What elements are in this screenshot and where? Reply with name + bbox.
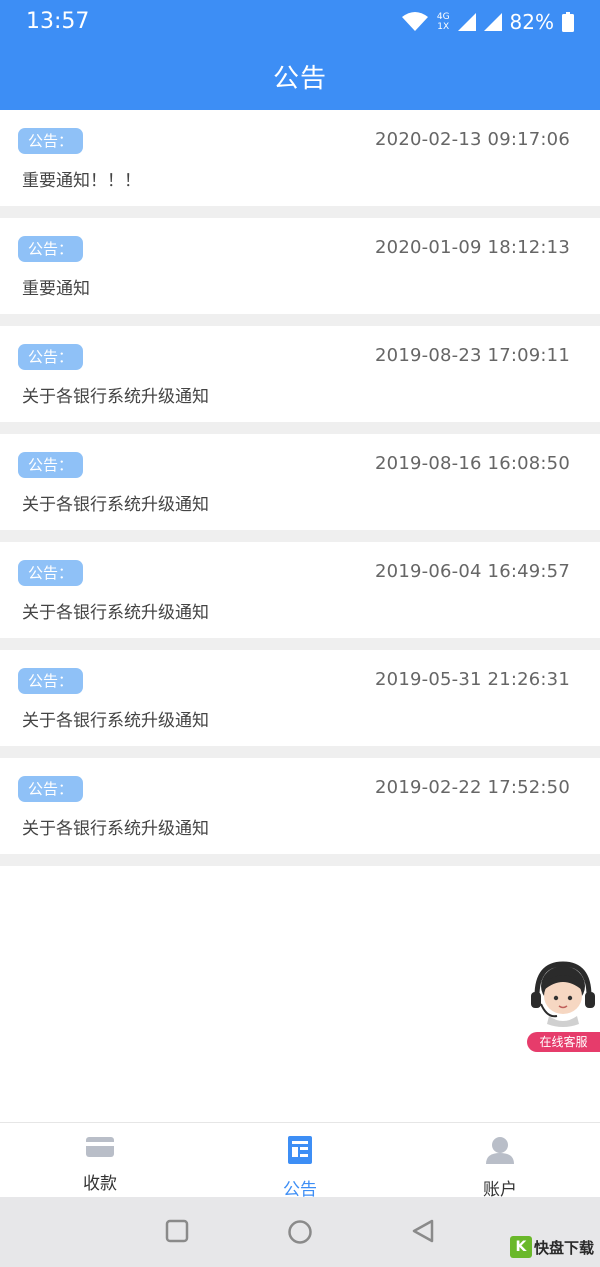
status-icons: 4G 1X 82% [401,8,574,36]
notice-date: 2020-02-13 09:17:06 [375,129,570,150]
status-bar: 13:57 4G 1X 82% [0,0,600,46]
customer-service-label: 在线客服 [527,1032,600,1052]
back-triangle-icon[interactable] [411,1219,435,1247]
notice-badge: 公告： [18,776,84,802]
notice-title: 关于各银行系统升级通知 [22,711,209,731]
list-item[interactable]: 公告： 2019-08-16 16:08:50 关于各银行系统升级通知 [0,434,600,542]
notice-badge: 公告： [18,236,84,262]
notice-list: 公告： 2020-02-13 09:17:06 重要通知！！！ 公告： 2020… [0,110,600,866]
nav-label-collect: 收款 [83,1174,117,1194]
watermark-text: 快盘下载 [533,1238,594,1257]
list-item[interactable]: 公告： 2019-08-23 17:09:11 关于各银行系统升级通知 [0,326,600,434]
list-item[interactable]: 公告： 2019-06-04 16:49:57 关于各银行系统升级通知 [0,542,600,650]
notice-date: 2019-08-16 16:08:50 [375,453,570,474]
recents-square-icon[interactable] [165,1219,189,1247]
notice-badge: 公告： [18,560,84,586]
page-title: 公告 [272,64,327,94]
notice-date: 2020-01-09 18:12:13 [375,237,570,258]
notice-title: 关于各银行系统升级通知 [22,495,209,515]
list-item[interactable]: 公告： 2020-02-13 09:17:06 重要通知！！！ [0,110,600,218]
signal-icon [457,13,476,31]
status-time: 13:57 [26,9,90,34]
battery-percent: 82% [509,10,554,34]
notice-date: 2019-06-04 16:49:57 [375,561,570,582]
customer-service-button[interactable]: 在线客服 [527,956,600,1052]
notice-title: 关于各银行系统升级通知 [22,603,209,623]
nav-item-account[interactable]: 账户 [400,1123,600,1200]
nav-item-collect[interactable]: 收款 [0,1123,200,1197]
notice-badge: 公告： [18,344,84,370]
user-icon [485,1135,515,1169]
notice-badge: 公告： [18,452,84,478]
network-type: 4G 1X [436,12,450,32]
signal-icon-2 [483,13,502,31]
battery-icon [562,12,574,32]
notice-badge: 公告： [18,668,84,694]
wifi-icon [401,11,429,33]
watermark-k-icon: K [509,1236,532,1258]
watermark-logo: K 快盘下载 [509,1236,594,1258]
notice-date: 2019-08-23 17:09:11 [375,345,570,366]
app-header: 13:57 4G 1X 82% 公告 [0,0,600,110]
home-circle-icon[interactable] [287,1219,313,1249]
notice-title: 重要通知！！！ [22,171,141,191]
notice-date: 2019-05-31 21:26:31 [375,669,570,690]
notice-badge: 公告： [18,128,84,154]
nav-item-notice[interactable]: 公告 [200,1123,400,1200]
notice-title: 重要通知 [22,279,90,299]
notice-title: 关于各银行系统升级通知 [22,819,209,839]
list-item[interactable]: 公告： 2020-01-09 18:12:13 重要通知 [0,218,600,326]
notice-icon [287,1135,313,1169]
list-item[interactable]: 公告： 2019-02-22 17:52:50 关于各银行系统升级通知 [0,758,600,866]
notice-date: 2019-02-22 17:52:50 [375,777,570,798]
bottom-nav: 收款 公告 账户 [0,1122,600,1200]
list-item[interactable]: 公告： 2019-05-31 21:26:31 关于各银行系统升级通知 [0,650,600,758]
notice-title: 关于各银行系统升级通知 [22,387,209,407]
card-icon [85,1135,115,1163]
